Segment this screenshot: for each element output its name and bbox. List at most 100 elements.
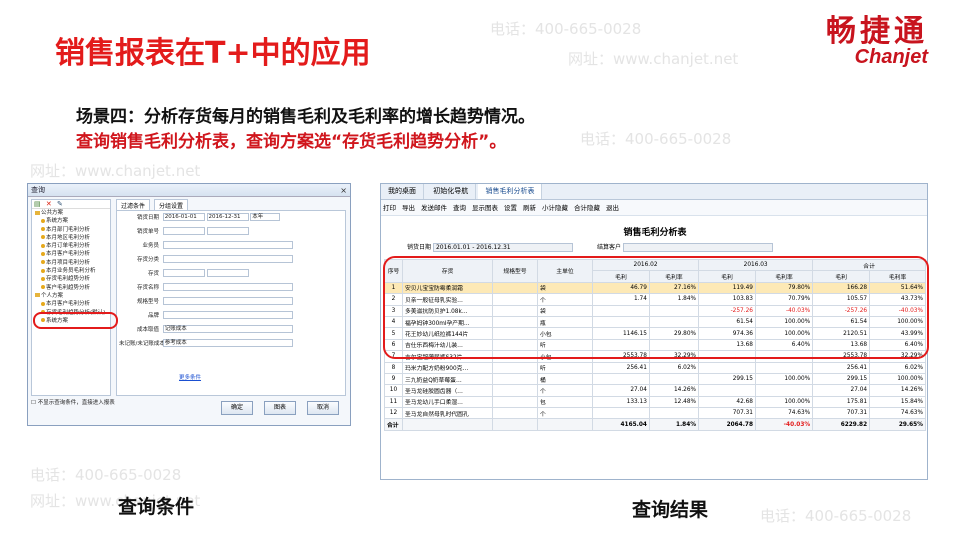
more-conditions-link[interactable]: 更多条件	[179, 374, 201, 383]
scheme-icon	[41, 301, 45, 306]
watermark-phone: 电话：400-665-0028	[580, 130, 732, 148]
table-row[interactable]: 8 玛米力配方奶粉900克… 听 256.41 6.02% 256.41 6.02%	[384, 361, 926, 374]
tab-desktop[interactable]: 我的桌面	[381, 184, 424, 199]
toolbar-item[interactable]: 查询	[453, 204, 466, 212]
toolbar-item[interactable]: 打印	[383, 204, 396, 212]
tree-item[interactable]: 存货毛利趋势分析	[32, 275, 110, 283]
brand-label: 品牌	[147, 312, 159, 319]
highlight-results	[383, 256, 929, 359]
toolbar-item[interactable]: 显示图表	[472, 204, 498, 212]
spec-field[interactable]	[162, 297, 293, 305]
toolbar-item[interactable]: 刷新	[523, 204, 536, 212]
inventory-from-field[interactable]	[162, 269, 205, 277]
tree-item-label: 公共方案	[41, 210, 64, 216]
total-p2: 2064.78	[698, 418, 756, 431]
toolbar-item[interactable]: 导出	[402, 204, 415, 212]
total-row: 合计 4165.04 1.84% 2064.78 -40.03% 6229.82 29.65…	[384, 418, 926, 431]
docno-to-field[interactable]	[206, 227, 249, 235]
slide-title: 销售报表在T+中的应用	[55, 36, 371, 71]
cancel-button[interactable]: 取消	[307, 401, 339, 415]
toolbar-item[interactable]: 退出	[606, 204, 619, 212]
tree-folder[interactable]: 公共方案	[32, 209, 110, 217]
toolbar-item[interactable]: 设置	[504, 204, 517, 212]
unposted-row: 未记账/未记账成本 参考成本	[119, 339, 293, 348]
inventory-to-field[interactable]	[206, 269, 249, 277]
date-from-field[interactable]: 2016-01-01	[162, 213, 205, 221]
toolbar-item[interactable]: 发送邮件	[421, 204, 447, 212]
tree-item[interactable]: 本月部门毛利分析	[32, 226, 110, 234]
cell-p1	[592, 372, 650, 386]
docno-from-field[interactable]	[162, 227, 205, 235]
inventory-name-label: 存货名称	[136, 284, 159, 291]
cell-rt: 74.63%	[869, 407, 926, 420]
scheme-icon	[41, 251, 45, 256]
scheme-icon	[41, 276, 45, 281]
docno-label: 销货单号	[136, 228, 159, 235]
checkbox-icon[interactable]: ☐	[31, 400, 36, 406]
cell-r2: 74.63%	[754, 407, 814, 420]
cell-spec	[492, 372, 538, 386]
ok-button[interactable]: 确定	[221, 401, 253, 415]
dialog-title: 查询	[31, 186, 45, 194]
highlight-scheme	[33, 312, 118, 329]
cell-r1: 14.26%	[648, 384, 700, 397]
watermark-web: 网址：www.chanjet.net	[30, 162, 201, 180]
scheme-icon	[41, 218, 45, 223]
table-row[interactable]: 9 三九奶益Q奶草莓蛋… 桶 299.15 100.00% 299.15 100.00%	[384, 372, 926, 386]
cell-name: 圣马龙幼儿手口柔湿…	[402, 395, 493, 409]
date-period-select[interactable]: 本年	[250, 213, 281, 221]
cell-unit: 个	[537, 407, 593, 420]
tree-item[interactable]: 本月项目毛利分析	[32, 259, 110, 267]
tree-item[interactable]: 系统方案	[32, 217, 110, 225]
brand-field[interactable]	[162, 311, 293, 319]
cell-p2: 42.68	[698, 395, 756, 409]
inventory-name-field[interactable]	[162, 283, 293, 291]
toolbar-item[interactable]: 合计隐藏	[574, 204, 600, 212]
scene-description: 场景四：分析存货每月的销售毛利及毛利率的增长趋势情况。	[76, 107, 535, 127]
watermark-phone: 电话：400-665-0028	[30, 466, 182, 484]
folder-icon	[35, 293, 40, 298]
cell-unit: 包	[537, 395, 593, 409]
table-row[interactable]: 10 圣马龙硅胶圆齿器（… 个 27.04 14.26% 27.04 14.26%	[384, 384, 926, 397]
tree-item[interactable]: 本月业务员毛利分析	[32, 267, 110, 275]
chanjet-logo: 畅捷通 Chanjet	[826, 6, 928, 69]
tree-item[interactable]: 客户毛利趋势分析	[32, 284, 110, 292]
new-icon[interactable]: ▤	[34, 200, 41, 208]
cell-seq: 9	[384, 372, 403, 386]
inventory-class-field[interactable]	[162, 255, 293, 263]
chart-button[interactable]: 图表	[264, 401, 296, 415]
cost-row: 成本取值 记账成本	[119, 325, 293, 334]
tab-init-nav[interactable]: 初始化导航	[426, 184, 477, 199]
cell-name: 玛米力配方奶粉900克…	[402, 361, 493, 374]
toolbar-item[interactable]: 小计隐藏	[542, 204, 568, 212]
footer-option[interactable]: ☐ 不显示查询条件，直接进入报表	[31, 398, 115, 406]
tree-toolbar: ▤ ✕ ✎	[32, 200, 110, 209]
cell-p2	[698, 361, 756, 374]
table-row[interactable]: 12 圣马龙自然母乳时代圆孔个 707.31 74.63% 707.31 74.63%	[384, 407, 926, 420]
watermark-web: 网址：www.chanjet.net	[568, 50, 739, 68]
tree-item[interactable]: 本月地区毛利分析	[32, 234, 110, 242]
scene-instruction: 查询销售毛利分析表，查询方案选“存货毛利趋势分析”。	[76, 132, 507, 152]
table-row[interactable]: 11 圣马龙幼儿手口柔湿… 包 133.13 12.48% 42.68 100.00% 175…	[384, 395, 926, 409]
cell-pt: 299.15	[812, 372, 871, 386]
watermark-phone: 电话：400-665-0028	[490, 20, 642, 38]
edit-icon[interactable]: ✎	[57, 200, 63, 208]
delete-icon[interactable]: ✕	[46, 200, 52, 208]
cost-source-select[interactable]: 记账成本	[162, 325, 293, 333]
inv-class-row: 存货分类	[119, 255, 293, 264]
cell-r2: 100.00%	[754, 395, 814, 409]
tree-item[interactable]: 本月客户毛利分析	[32, 300, 110, 308]
total-empty	[492, 418, 538, 431]
close-icon[interactable]: ×	[340, 184, 347, 197]
tree-item[interactable]: 本月客户毛利分析	[32, 250, 110, 258]
tree-item[interactable]: 本月订单毛利分析	[32, 242, 110, 250]
unposted-select[interactable]: 参考成本	[162, 339, 293, 347]
tree-folder[interactable]: 个人方案	[32, 292, 110, 300]
date-to-field[interactable]: 2016-12-31	[206, 213, 249, 221]
tab-profit-report[interactable]: 销售毛利分析表	[478, 184, 543, 199]
cell-rt: 14.26%	[869, 384, 926, 397]
total-r2: -40.03%	[754, 418, 814, 431]
tree-item-label: 本月业务员毛利分析	[46, 268, 96, 275]
total-p1: 4165.04	[592, 418, 650, 431]
salesperson-field[interactable]	[162, 241, 293, 249]
